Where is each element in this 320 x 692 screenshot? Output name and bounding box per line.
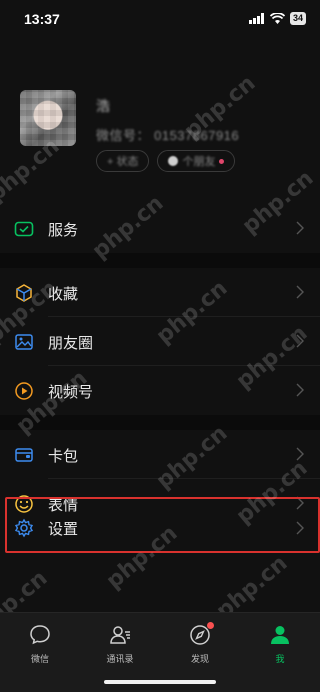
moments-picture-icon <box>14 332 34 352</box>
tab-discover[interactable]: 发现 <box>170 622 230 665</box>
menu-item-label: 收藏 <box>48 286 79 303</box>
compass-icon <box>188 622 214 647</box>
section-gap <box>0 415 320 430</box>
menu-item-channels[interactable]: 视频号 <box>0 366 320 415</box>
chevron-right-icon <box>296 383 304 397</box>
chevron-right-icon <box>296 221 304 235</box>
contacts-icon <box>108 623 132 647</box>
status-chip[interactable]: + 状态 <box>96 150 150 172</box>
friend-avatar-dot <box>168 156 179 166</box>
profile-header[interactable]: 浩 微信号： 01537867916 + 状态 个朋友 <box>0 70 320 180</box>
status-time: 13:37 <box>24 11 60 27</box>
friends-chip[interactable]: 个朋友 <box>157 150 236 172</box>
heart-dot-icon <box>219 158 225 164</box>
menu-item-label: 卡包 <box>48 448 79 465</box>
gear-icon <box>14 518 34 538</box>
card-wallet-icon <box>14 445 34 465</box>
chevron-right-icon <box>296 285 304 299</box>
menu-item-favorites[interactable]: 收藏 <box>0 268 320 317</box>
person-icon <box>268 623 292 647</box>
menu-item-cards[interactable]: 卡包 <box>0 430 320 479</box>
status-bar: 13:37 34 <box>0 0 320 40</box>
menu-item-label: 设置 <box>48 521 79 538</box>
me-menu-list: 服务 收藏 朋友圈 视频号 卡包 表情 <box>0 204 320 528</box>
profile-wechat-id: 微信号： 01537867916 <box>96 128 240 143</box>
chevron-right-icon <box>296 521 304 535</box>
home-indicator[interactable] <box>104 680 216 684</box>
chevron-right-icon <box>296 334 304 348</box>
section-gap <box>0 253 320 268</box>
menu-item-label: 朋友圈 <box>48 335 94 352</box>
tab-label: 通讯录 <box>106 654 134 664</box>
tab-label: 我 <box>275 654 285 664</box>
friends-chip-label: 个朋友 <box>182 156 216 168</box>
tab-label: 发现 <box>190 654 209 664</box>
menu-item-label: 视频号 <box>48 384 94 401</box>
menu-item-label: 服务 <box>48 222 79 239</box>
favorites-cube-icon <box>14 283 34 303</box>
tab-chats[interactable]: 微信 <box>10 623 70 665</box>
wifi-icon <box>269 13 285 24</box>
menu-item-services[interactable]: 服务 <box>0 204 320 253</box>
profile-name: 浩 <box>96 98 110 114</box>
tab-contacts[interactable]: 通讯录 <box>90 623 150 665</box>
chevron-right-icon <box>296 447 304 461</box>
battery-indicator: 34 <box>289 12 306 25</box>
status-chip-label: + 状态 <box>107 156 139 168</box>
tab-me[interactable]: 我 <box>250 623 310 665</box>
avatar[interactable] <box>20 90 76 146</box>
tab-bar: 微信 通讯录 发现 我 <box>0 612 320 692</box>
status-icons: 34 <box>248 12 306 25</box>
profile-chips: + 状态 个朋友 <box>96 150 236 172</box>
menu-item-settings[interactable]: 设置 <box>0 500 320 556</box>
channels-play-icon <box>14 381 34 401</box>
menu-item-moments[interactable]: 朋友圈 <box>0 317 320 366</box>
chat-bubble-icon <box>28 623 52 647</box>
services-icon <box>14 219 34 239</box>
notification-dot <box>207 622 214 629</box>
tab-label: 微信 <box>30 654 49 664</box>
signal-icon <box>248 13 264 24</box>
